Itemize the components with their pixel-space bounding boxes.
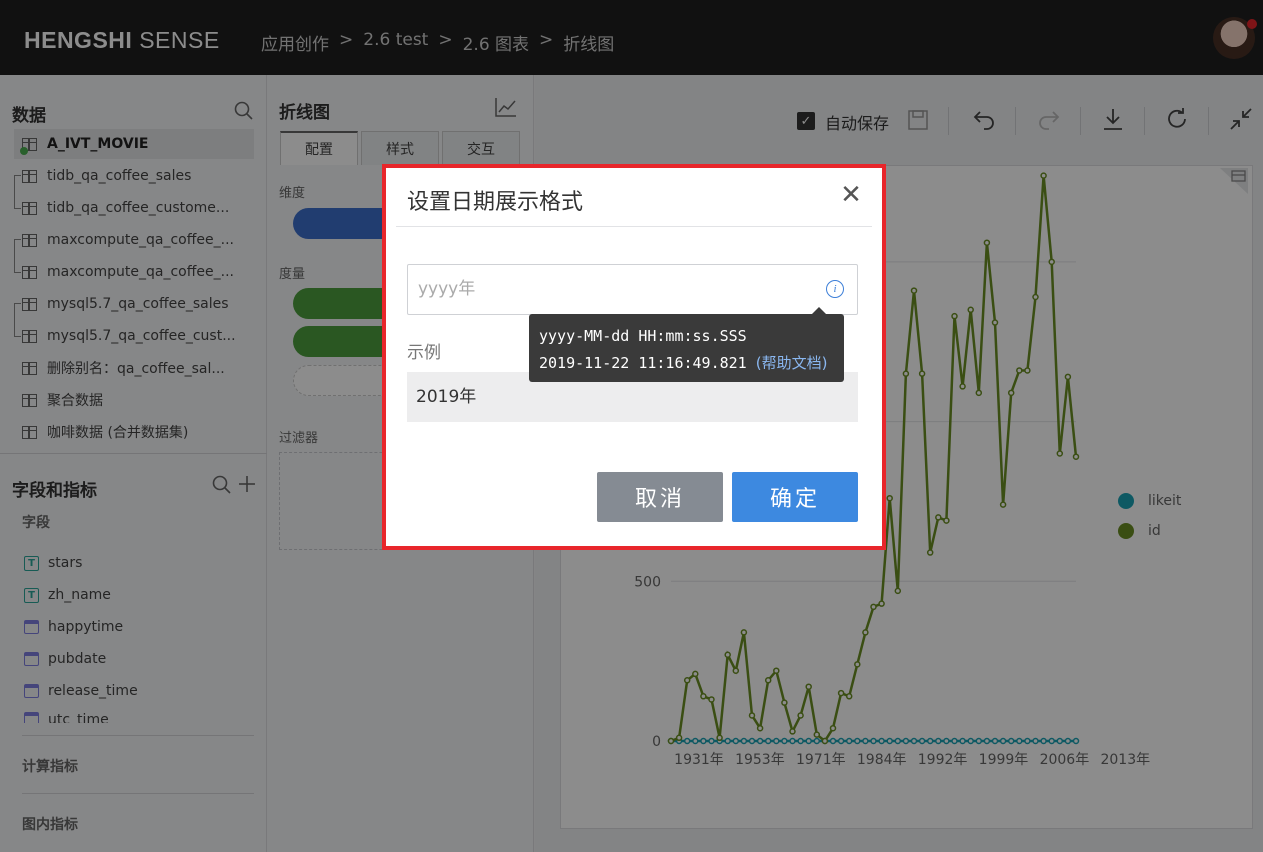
- tooltip-format-example: 2019-11-22 11:16:49.821: [539, 354, 747, 372]
- dialog-title: 设置日期展示格式: [407, 190, 584, 215]
- cancel-button[interactable]: 取消: [597, 472, 723, 522]
- info-icon[interactable]: i: [826, 280, 844, 298]
- help-doc-link[interactable]: (帮助文档): [756, 354, 828, 372]
- close-icon[interactable]: ✕: [838, 182, 864, 208]
- confirm-button[interactable]: 确定: [732, 472, 858, 522]
- format-help-tooltip: yyyy-MM-dd HH:mm:ss.SSS 2019-11-22 11:16…: [529, 307, 844, 382]
- date-format-input[interactable]: yyyy年: [407, 264, 858, 315]
- example-label: 示例: [407, 343, 441, 363]
- dialog-divider: [396, 226, 872, 227]
- tooltip-format-pattern: yyyy-MM-dd HH:mm:ss.SSS: [539, 327, 747, 345]
